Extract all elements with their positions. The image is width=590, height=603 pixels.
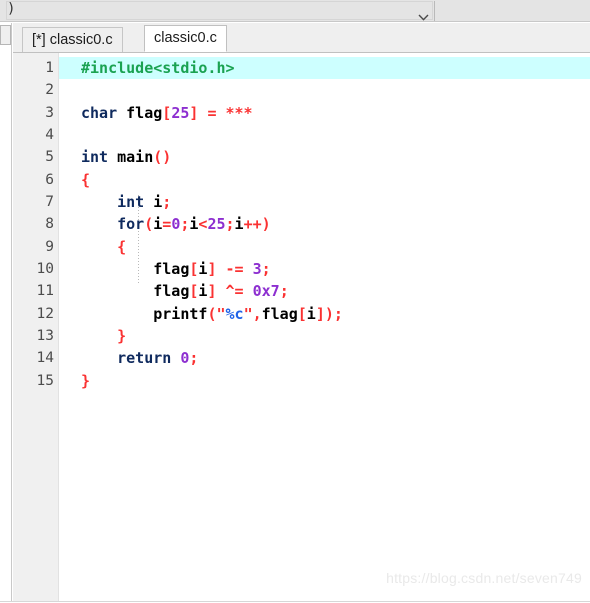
editor-frame: 1 2 3 4 5 6 7 8 9 10 11 12 13 14 15 #inc… [13,53,590,603]
line-number-list: 1 2 3 4 5 6 7 8 9 10 11 12 13 14 15 [13,57,59,392]
editor-tabstrip: [*] classic0.c classic0.c [13,23,590,52]
code-line-5[interactable]: int main() [59,146,590,168]
code-line-10[interactable]: flag[i] -= 3; [59,258,590,280]
toolbar-right-area [436,1,590,21]
top-toolbar: ) [0,0,590,22]
token-identifier-flag: flag [126,103,163,122]
code-editor[interactable]: 1 2 3 4 5 6 7 8 9 10 11 12 13 14 15 #inc… [13,52,590,603]
code-line-13[interactable]: } [59,325,590,347]
code-line-4[interactable] [59,124,590,146]
token-identifier-i: i [153,193,163,212]
code-lines: #include<stdio.h> char flag[25] = *** in… [59,57,590,392]
token-preprocessor: #include<stdio.h> [81,59,235,77]
token-keyword-int: int [117,193,145,212]
token-brace-close: } [117,327,127,346]
watermark-text: https://blog.csdn.net/seven749 [386,570,582,586]
line-number: 14 [36,350,54,367]
line-number: 7 [45,194,54,211]
code-line-9[interactable]: { [59,236,590,258]
code-editor-window: ) [*] classic0.c classic0.c 1 2 3 4 5 6 … [0,0,590,603]
code-line-6[interactable]: { [59,169,590,191]
line-number: 5 [45,149,54,166]
line-number: 6 [45,171,54,188]
token-keyword-return: return [117,349,172,368]
line-number: 11 [36,283,54,300]
code-line-12[interactable]: printf("%c",flag[i]); [59,303,590,325]
code-line-2[interactable] [59,79,590,101]
code-line-11[interactable]: flag[i] ^= 0x7; [59,280,590,302]
left-dock-toggle-button[interactable] [0,25,11,45]
token-string-redacted: *** [225,103,253,122]
code-line-7[interactable]: int i; [59,191,590,213]
chevron-down-icon[interactable] [418,8,429,21]
toolbar-divider [434,1,435,21]
token-number-hex: 0x7 [252,282,280,301]
line-number: 3 [45,104,54,121]
token-keyword-int: int [81,148,109,167]
token-number-25: 25 [171,103,190,122]
code-line-1[interactable]: #include<stdio.h> [59,57,590,79]
code-line-3[interactable]: char flag[25] = *** [59,102,590,124]
main-area: [*] classic0.c classic0.c 1 2 3 4 5 6 7 … [0,23,590,603]
line-number: 10 [36,261,54,278]
token-brace-open: { [81,170,91,189]
code-text-area[interactable]: #include<stdio.h> char flag[25] = *** in… [59,53,590,603]
token-keyword-char: char [81,103,118,122]
token-brace-close: } [81,371,91,390]
code-line-15[interactable]: } [59,370,590,392]
line-number: 12 [36,305,54,322]
token-keyword-for: for [117,215,145,234]
line-number-gutter: 1 2 3 4 5 6 7 8 9 10 11 12 13 14 15 [13,53,59,603]
line-number: 4 [45,127,54,144]
token-brace-open: { [117,237,127,256]
line-number: 15 [36,372,54,389]
line-number: 13 [36,328,54,345]
toolbar-combobox[interactable]: ) [6,1,433,21]
token-identifier-main: main [117,148,154,167]
tab-classic0-modified[interactable]: [*] classic0.c [22,27,123,52]
line-number: 2 [45,82,54,99]
left-dock-panel [0,23,12,603]
code-line-14[interactable]: return 0; [59,347,590,369]
line-number: 9 [45,238,54,255]
token-format-spec: %c [225,304,244,323]
toolbar-leading-glyph: ) [7,1,16,17]
line-number: 1 [45,60,54,76]
code-line-8[interactable]: for(i=0;i<25;i++) [59,213,590,235]
tab-classic0-active[interactable]: classic0.c [144,25,227,52]
line-number: 8 [45,216,54,233]
token-identifier-printf: printf [153,304,208,323]
